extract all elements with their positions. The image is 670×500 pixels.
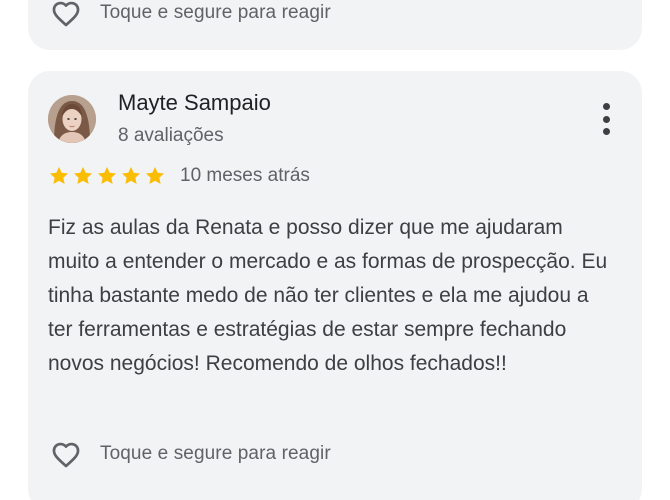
- more-options-button[interactable]: [600, 103, 612, 135]
- react-button[interactable]: Toque e segure para reagir: [48, 437, 331, 471]
- reviews-page: Toque e segure para reagir Mayte Sampaio…: [0, 0, 670, 500]
- review-text: Fiz as aulas da Renata e posso dizer que…: [48, 216, 608, 375]
- star-icon: [146, 167, 164, 184]
- more-vert-icon-dot: [602, 128, 610, 135]
- previous-review-card: Toque e segure para reagir: [28, 0, 642, 50]
- rating-row: 10 meses atrás: [48, 165, 310, 187]
- review-date: 10 meses atrás: [180, 165, 310, 186]
- star-icon: [122, 167, 140, 184]
- more-vert-icon-dot: [602, 115, 610, 123]
- react-label: Toque e segure para reagir: [100, 2, 331, 23]
- avatar-image: [48, 95, 96, 143]
- star-icon: [98, 167, 116, 184]
- star-icon: [50, 167, 68, 184]
- react-button[interactable]: Toque e segure para reagir: [48, 0, 331, 30]
- star-rating: [48, 165, 166, 187]
- heart-icon: [52, 1, 80, 27]
- avatar[interactable]: [48, 95, 96, 143]
- author-review-count[interactable]: 8 avaliações: [118, 125, 224, 147]
- review-card: Mayte Sampaio 8 avaliações 10 meses atrá…: [28, 71, 642, 500]
- heart-icon: [52, 442, 80, 468]
- react-label: Toque e segure para reagir: [100, 443, 331, 464]
- star-icon: [74, 167, 92, 184]
- author-name[interactable]: Mayte Sampaio: [118, 90, 271, 116]
- more-vert-icon-dot: [602, 103, 610, 110]
